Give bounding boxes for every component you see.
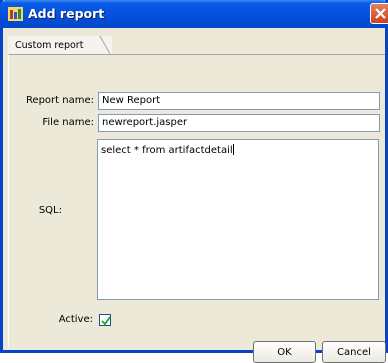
close-button[interactable]: [370, 3, 388, 24]
active-checkbox[interactable]: [99, 314, 111, 326]
tab-edge: [92, 36, 111, 55]
sql-text: select * from artifactdetail: [101, 145, 233, 156]
tab-custom-report[interactable]: Custom report: [8, 36, 112, 55]
file-name-field[interactable]: newreport.jasper: [98, 114, 380, 132]
ok-button[interactable]: OK: [253, 341, 316, 363]
add-report-dialog: Add report Custom report Report name: Ne…: [0, 0, 388, 363]
dialog-body: Custom report Report name: New Report Fi…: [3, 28, 386, 363]
tab-label: Custom report: [15, 40, 84, 51]
sql-textarea[interactable]: select * from artifactdetail: [97, 139, 379, 300]
text-caret: [232, 144, 234, 155]
file-name-label: File name:: [42, 117, 94, 128]
report-app-icon: [8, 7, 23, 21]
window-title: Add report: [28, 6, 105, 21]
active-label: Active:: [58, 314, 93, 325]
cancel-button[interactable]: Cancel: [322, 341, 386, 363]
close-icon: [375, 8, 386, 19]
report-name-field[interactable]: New Report: [98, 92, 380, 110]
checkmark-icon: [101, 316, 111, 326]
report-name-label: Report name:: [25, 95, 94, 106]
title-bar[interactable]: Add report: [0, 0, 388, 28]
sql-label: SQL:: [38, 205, 62, 216]
